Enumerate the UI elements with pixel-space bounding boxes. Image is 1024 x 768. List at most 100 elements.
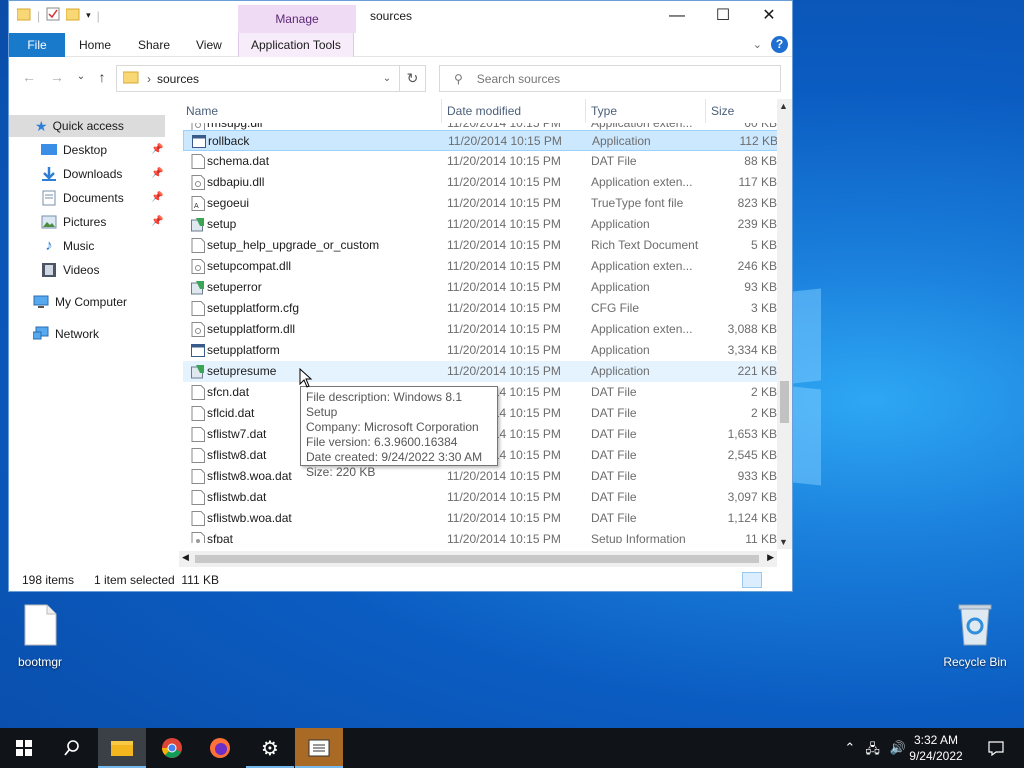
search-input[interactable]: Search sources bbox=[477, 72, 560, 86]
svg-text:A: A bbox=[194, 203, 199, 210]
file-size: 88 KB bbox=[744, 154, 777, 168]
title-bar[interactable]: | ▾ | Manage sources — ☐ ✕ bbox=[9, 1, 792, 33]
scroll-up-arrow-icon[interactable]: ▲ bbox=[779, 101, 788, 111]
customize-qat-icon[interactable]: ▾ bbox=[86, 10, 91, 21]
tab-view[interactable]: View bbox=[196, 33, 222, 57]
forward-arrow-icon[interactable]: → bbox=[47, 69, 67, 85]
column-name[interactable]: Name bbox=[186, 104, 218, 118]
dll-file-icon bbox=[191, 259, 205, 274]
details-view-icon[interactable] bbox=[742, 572, 762, 588]
tab-home[interactable]: Home bbox=[79, 33, 111, 57]
help-icon[interactable]: ? bbox=[771, 36, 788, 53]
file-row[interactable]: setupcompat.dll 11/20/2014 10:15 PM Applic… bbox=[183, 256, 779, 277]
start-button[interactable] bbox=[0, 728, 48, 768]
minimize-button[interactable]: — bbox=[654, 1, 700, 31]
large-icons-view-icon[interactable] bbox=[764, 572, 784, 588]
file-row[interactable]: Asegoeui 11/20/2014 10:15 PM TrueType font… bbox=[183, 193, 779, 214]
breadcrumb-chevron-icon[interactable]: › bbox=[147, 72, 151, 86]
desktop-icon-recycle-bin[interactable]: Recycle Bin bbox=[935, 602, 1015, 669]
file-row[interactable]: setup_help_upgrade_or_custom 11/20/2014 1… bbox=[183, 235, 779, 256]
file-row[interactable]: setupplatform 11/20/2014 10:15 PM Applicat… bbox=[183, 340, 779, 361]
file-row[interactable]: setupplatform.dll 11/20/2014 10:15 PM Appl… bbox=[183, 319, 779, 340]
file-row[interactable]: sdbapiu.dll 11/20/2014 10:15 PM Applicatio… bbox=[183, 172, 779, 193]
taskbar-chrome[interactable] bbox=[148, 728, 196, 768]
new-folder-icon[interactable] bbox=[65, 7, 80, 24]
file-name: sfcn.dat bbox=[207, 385, 250, 399]
quick-access-toolbar: | ▾ | bbox=[16, 7, 100, 24]
back-arrow-icon[interactable]: ← bbox=[19, 69, 39, 85]
nav-pictures[interactable]: Pictures 📌 bbox=[41, 211, 163, 233]
file-row[interactable]: setupresume 11/20/2014 10:15 PM Applicatio… bbox=[183, 361, 779, 382]
file-name: sflistw7.dat bbox=[207, 427, 267, 441]
file-date-modified: 11/20/2014 10:15 PM bbox=[447, 322, 561, 336]
file-size: 11 KB bbox=[745, 532, 777, 543]
nav-documents[interactable]: Documents 📌 bbox=[41, 187, 163, 209]
file-row[interactable]: setup 11/20/2014 10:15 PM Application 239 K… bbox=[183, 214, 779, 235]
horizontal-scrollbar[interactable]: ◀ ▶ bbox=[179, 551, 777, 567]
nav-quick-access[interactable]: ★ Quick access bbox=[9, 115, 165, 137]
up-arrow-icon[interactable]: ↑ bbox=[92, 69, 112, 85]
scrollbar-thumb[interactable] bbox=[780, 381, 789, 423]
doc-file-icon bbox=[191, 448, 205, 463]
tab-application-tools[interactable]: Application Tools bbox=[238, 33, 354, 57]
network-tray-icon[interactable]: 🖧 bbox=[865, 740, 880, 762]
tab-share[interactable]: Share bbox=[138, 33, 170, 57]
address-bar[interactable]: › sources ⌄ ↻ bbox=[116, 65, 426, 92]
nav-downloads[interactable]: Downloads 📌 bbox=[41, 163, 163, 185]
file-size: 2 KB bbox=[750, 385, 777, 399]
tab-file[interactable]: File bbox=[9, 33, 65, 57]
scroll-left-arrow-icon[interactable]: ◀ bbox=[182, 552, 189, 563]
refresh-icon[interactable]: ↻ bbox=[399, 66, 425, 91]
clock-time: 3:32 AM bbox=[913, 733, 959, 747]
address-dropdown-icon[interactable]: ⌄ bbox=[375, 73, 399, 84]
taskbar-setup-app[interactable] bbox=[295, 728, 343, 768]
nav-desktop[interactable]: Desktop 📌 bbox=[41, 139, 163, 161]
nav-videos[interactable]: Videos bbox=[41, 259, 99, 281]
tab-manage[interactable]: Manage bbox=[238, 5, 356, 33]
search-button[interactable] bbox=[48, 728, 96, 768]
file-size: 93 KB bbox=[744, 280, 777, 294]
nav-network[interactable]: Network bbox=[33, 323, 99, 345]
file-name: sflcid.dat bbox=[207, 406, 255, 420]
recent-locations-icon[interactable]: ⌄ bbox=[71, 71, 91, 82]
scroll-down-arrow-icon[interactable]: ▼ bbox=[779, 537, 788, 547]
expand-ribbon-icon[interactable]: ⌄ bbox=[753, 38, 762, 51]
file-row[interactable]: sflistwb.dat 11/20/2014 10:15 PM DAT File 3… bbox=[183, 487, 779, 508]
doc-file-icon bbox=[191, 385, 205, 400]
scrollbar-thumb[interactable] bbox=[195, 555, 759, 563]
close-button[interactable]: ✕ bbox=[746, 1, 792, 31]
file-name: rollback bbox=[208, 134, 250, 148]
folder-icon[interactable] bbox=[16, 7, 31, 24]
file-type: TrueType font file bbox=[591, 196, 684, 210]
search-icon: ⚲ bbox=[454, 71, 463, 86]
notifications-icon[interactable] bbox=[988, 740, 1004, 759]
file-row[interactable]: rollback 11/20/2014 10:15 PM Application 11… bbox=[183, 130, 779, 151]
column-date-modified[interactable]: Date modified bbox=[447, 104, 521, 118]
volume-icon[interactable]: 🔊 bbox=[890, 740, 906, 762]
column-type[interactable]: Type bbox=[591, 104, 617, 118]
desktop-icon-bootmgr[interactable]: bootmgr bbox=[0, 604, 80, 669]
pictures-icon bbox=[41, 215, 57, 229]
file-row[interactable]: sfpat 11/20/2014 10:15 PM Setup Informatio… bbox=[183, 529, 779, 543]
scroll-right-arrow-icon[interactable]: ▶ bbox=[767, 552, 774, 563]
file-row[interactable]: schema.dat 11/20/2014 10:15 PM DAT File 88 … bbox=[183, 151, 779, 172]
nav-music[interactable]: ♪ Music bbox=[41, 235, 94, 257]
taskbar-settings[interactable]: ⚙ bbox=[246, 728, 294, 768]
properties-icon[interactable] bbox=[46, 7, 60, 24]
maximize-button[interactable]: ☐ bbox=[700, 1, 746, 31]
documents-icon bbox=[42, 190, 56, 206]
file-row[interactable]: sflistwb.woa.dat 11/20/2014 10:15 PM DAT F… bbox=[183, 508, 779, 529]
file-row[interactable]: setuperror 11/20/2014 10:15 PM Application… bbox=[183, 277, 779, 298]
show-hidden-icons-chevron-icon[interactable]: ⌃ bbox=[844, 740, 855, 762]
taskbar-firefox[interactable] bbox=[196, 728, 244, 768]
file-type: DAT File bbox=[591, 490, 637, 504]
column-size[interactable]: Size bbox=[711, 104, 734, 118]
vertical-scrollbar[interactable]: ▲ ▼ bbox=[777, 99, 792, 549]
breadcrumb-sources[interactable]: sources bbox=[157, 72, 375, 86]
clock[interactable]: 3:32 AM 9/24/2022 bbox=[906, 732, 966, 764]
search-box[interactable]: ⚲ Search sources bbox=[439, 65, 781, 92]
taskbar-file-explorer[interactable] bbox=[98, 728, 146, 768]
file-row[interactable]: setupplatform.cfg 11/20/2014 10:15 PM CFG … bbox=[183, 298, 779, 319]
file-date-modified: 11/20/2014 10:15 PM bbox=[447, 490, 561, 504]
nav-my-computer[interactable]: My Computer bbox=[33, 291, 127, 313]
